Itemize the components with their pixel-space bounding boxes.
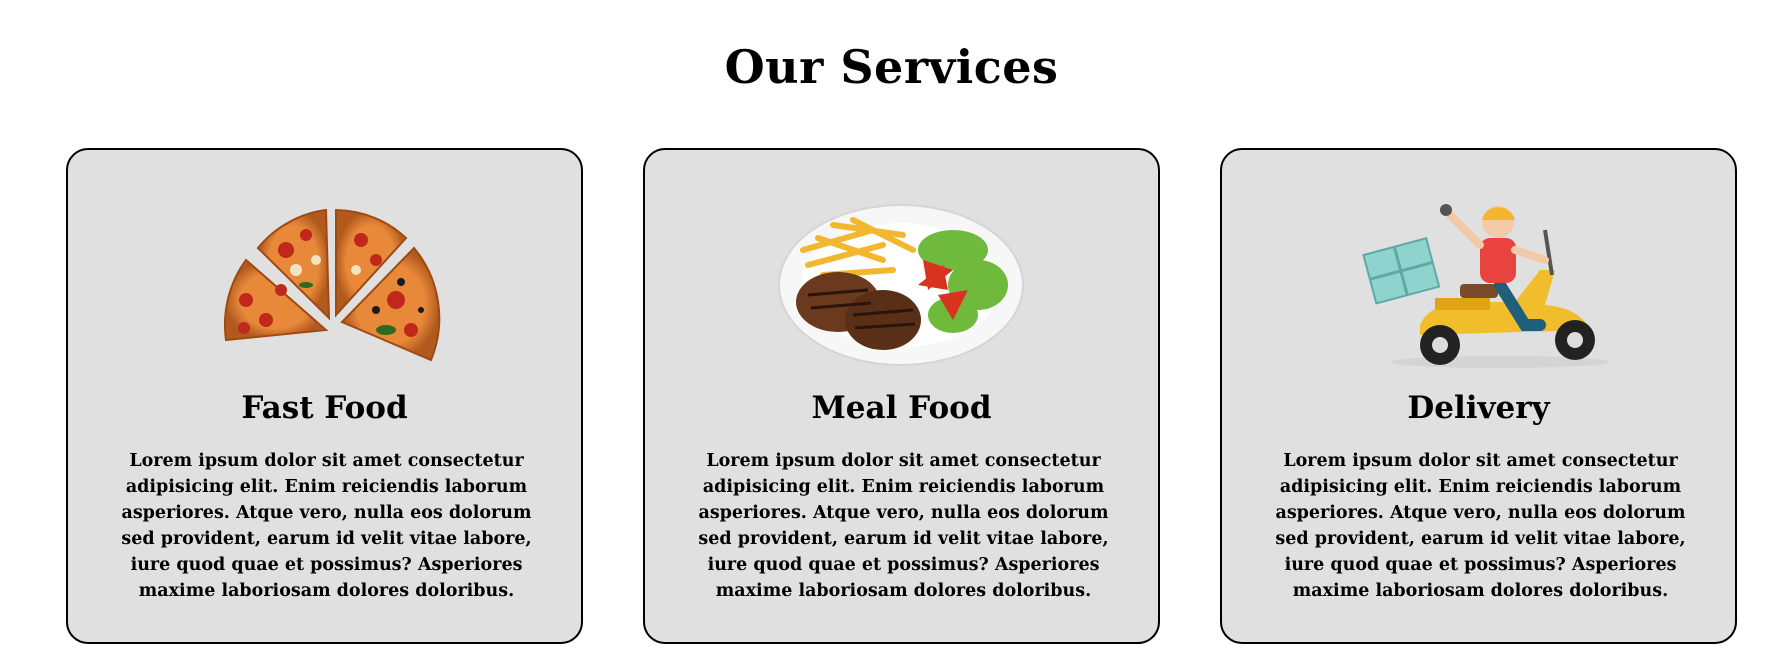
service-title: Meal Food — [811, 390, 992, 426]
service-title: Delivery — [1407, 390, 1550, 426]
delivery-scooter-image — [1340, 190, 1621, 371]
service-description: Lorem ipsum dolor sit amet consectetur a… — [121, 451, 532, 601]
service-card-fast-food: Fast Food Lorem ipsum dolor sit amet con… — [66, 148, 583, 644]
meal-plate-image — [763, 190, 1044, 371]
services-cards: Fast Food Lorem ipsum dolor sit amet con… — [66, 148, 1737, 644]
pizza-image — [186, 190, 467, 371]
service-card-delivery: Delivery Lorem ipsum dolor sit amet cons… — [1220, 148, 1737, 644]
service-description: Lorem ipsum dolor sit amet consectetur a… — [698, 451, 1109, 601]
services-section: Our Services Fast Food Lorem ipsum dolor… — [0, 0, 1783, 670]
service-card-meal-food: Meal Food Lorem ipsum dolor sit amet con… — [643, 148, 1160, 644]
section-title: Our Services — [724, 40, 1059, 94]
service-title: Fast Food — [241, 390, 408, 426]
service-description: Lorem ipsum dolor sit amet consectetur a… — [1275, 451, 1686, 601]
